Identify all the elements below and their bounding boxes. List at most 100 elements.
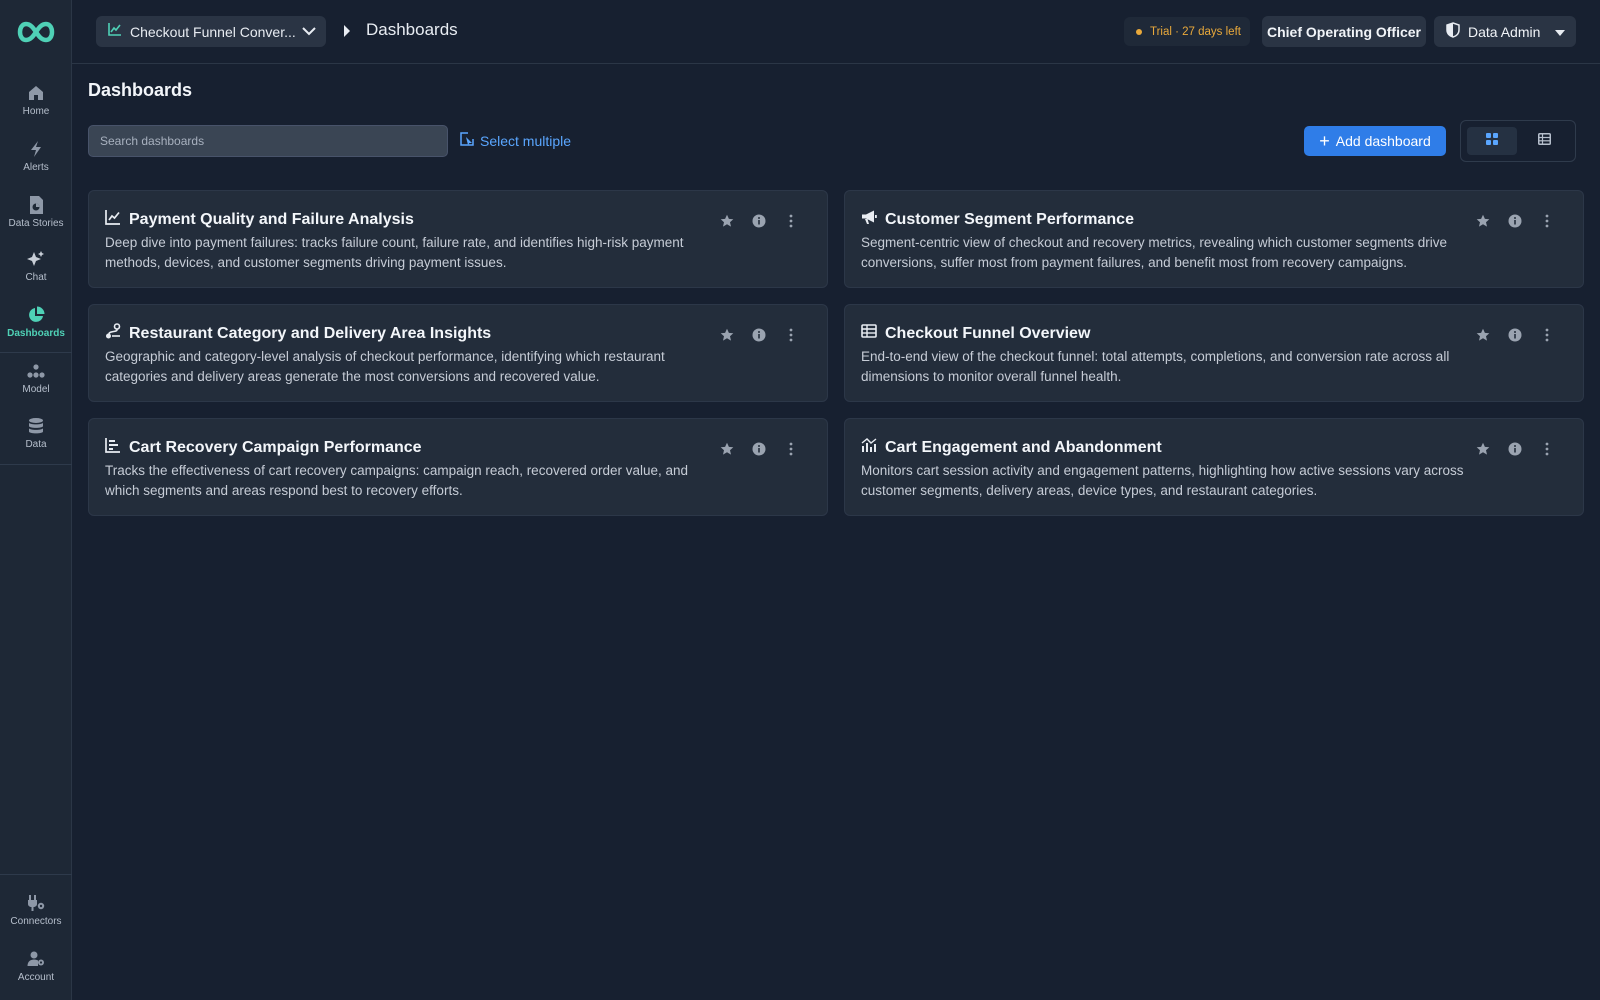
project-selector[interactable]: Checkout Funnel Conver... (96, 16, 326, 47)
star-icon[interactable] (1467, 439, 1499, 459)
data-story-icon (26, 194, 46, 216)
more-options-icon[interactable] (1531, 439, 1563, 459)
info-icon[interactable] (1499, 325, 1531, 345)
dashboard-title: Customer Segment Performance (885, 210, 1134, 228)
sidebar-item-label: Data Stories (8, 218, 64, 229)
sparkle-icon (26, 248, 46, 270)
more-options-icon[interactable] (775, 211, 807, 231)
sidebar-item-data-stories[interactable]: Data Stories (0, 194, 72, 246)
sidebar-item-label: Model (22, 384, 50, 395)
info-icon[interactable] (743, 325, 775, 345)
sidebar-item-alerts[interactable]: Alerts (0, 138, 72, 190)
home-icon (26, 82, 46, 104)
dashboard-description: End-to-end view of the checkout funnel: … (861, 349, 1450, 384)
dashboard-card-restaurant-category[interactable]: Restaurant Category and Delivery Area In… (88, 304, 828, 402)
add-dashboard-label: Add dashboard (1335, 133, 1431, 149)
megaphone-icon (861, 209, 877, 230)
route-icon (105, 323, 121, 344)
bolt-icon (26, 138, 46, 160)
dashboard-card-cart-engagement[interactable]: Cart Engagement and Abandonment Monitors… (844, 418, 1584, 516)
star-icon[interactable] (711, 211, 743, 231)
select-cursor-icon (460, 132, 474, 149)
sidebar-item-label: Alerts (23, 162, 49, 173)
sidebar-item-label: Connectors (10, 916, 62, 927)
select-multiple-button[interactable]: Select multiple (460, 132, 571, 149)
dashboard-title: Cart Engagement and Abandonment (885, 438, 1162, 456)
more-options-icon[interactable] (775, 325, 807, 345)
user-menu-label: Data Admin (1468, 23, 1541, 40)
more-options-icon[interactable] (1531, 211, 1563, 231)
shield-icon (1446, 22, 1460, 41)
grid-icon (1486, 132, 1498, 150)
dashboard-card-cart-recovery[interactable]: Cart Recovery Campaign Performance Track… (88, 418, 828, 516)
dashboard-card-customer-segment[interactable]: Customer Segment Performance Segment-cen… (844, 190, 1584, 288)
dashboard-description: Tracks the effectiveness of cart recover… (105, 463, 689, 498)
search-input[interactable] (88, 125, 448, 157)
sidebar-divider (0, 874, 72, 875)
sidebar: Home Alerts Data Stories Chat Dashboards… (0, 0, 72, 1000)
page-title: Dashboards (88, 80, 193, 100)
sidebar-item-data[interactable]: Data (0, 415, 72, 467)
dashboard-description: Segment-centric view of checkout and rec… (861, 235, 1447, 270)
pie-chart-icon (26, 304, 46, 326)
project-name: Checkout Funnel Conver... (130, 23, 296, 40)
model-icon (26, 360, 46, 382)
dashboard-description: Monitors cart session activity and engag… (861, 463, 1464, 498)
chevron-right-icon (342, 24, 352, 43)
dashboard-title: Cart Recovery Campaign Performance (129, 438, 422, 456)
user-menu-button[interactable]: Data Admin (1434, 16, 1576, 47)
dashboard-title: Restaurant Category and Delivery Area In… (129, 324, 492, 342)
info-icon[interactable] (1499, 439, 1531, 459)
sidebar-item-label: Data (25, 439, 47, 450)
view-toggle (1460, 120, 1576, 162)
trend-bars-icon (861, 437, 877, 458)
dashboard-card-checkout-funnel[interactable]: Checkout Funnel Overview End-to-end view… (844, 304, 1584, 402)
role-button[interactable]: Chief Operating Officer (1262, 16, 1426, 47)
plug-icon (26, 892, 46, 914)
chevron-down-icon (302, 23, 316, 41)
more-options-icon[interactable] (775, 439, 807, 459)
add-dashboard-button[interactable]: + Add dashboard (1304, 126, 1446, 156)
sidebar-item-label: Home (22, 106, 50, 117)
star-icon[interactable] (1467, 211, 1499, 231)
sidebar-item-label: Account (17, 972, 55, 983)
table-icon (861, 323, 877, 344)
caret-down-icon (1554, 24, 1566, 40)
bar-chart-icon (105, 437, 121, 458)
sidebar-item-dashboards[interactable]: Dashboards (0, 304, 72, 356)
line-chart-icon (108, 22, 122, 41)
list-view-button[interactable] (1519, 127, 1569, 155)
more-options-icon[interactable] (1531, 325, 1563, 345)
status-dot (1136, 28, 1142, 35)
sidebar-item-connectors[interactable]: Connectors (0, 892, 72, 944)
infinity-logo-icon (17, 21, 55, 43)
select-multiple-label: Select multiple (480, 132, 572, 149)
table-list-icon (1537, 132, 1551, 150)
info-icon[interactable] (743, 211, 775, 231)
info-icon[interactable] (1499, 211, 1531, 231)
logo[interactable] (14, 18, 58, 46)
dashboard-description: Geographic and category-level analysis o… (105, 349, 665, 384)
star-icon[interactable] (1467, 325, 1499, 345)
dashboard-card-payment-quality[interactable]: Payment Quality and Failure Analysis Dee… (88, 190, 828, 288)
sidebar-item-label: Chat (25, 272, 47, 283)
sidebar-divider (0, 352, 72, 353)
sidebar-item-model[interactable]: Model (0, 360, 72, 412)
account-settings-icon (26, 948, 46, 970)
sidebar-divider (0, 464, 72, 465)
sidebar-item-account[interactable]: Account (0, 948, 72, 1000)
sidebar-item-home[interactable]: Home (0, 82, 72, 134)
star-icon[interactable] (711, 325, 743, 345)
star-icon[interactable] (711, 439, 743, 459)
trial-badge: Trial · 27 days left (1124, 17, 1250, 46)
plus-icon: + (1319, 131, 1330, 151)
grid-view-button[interactable] (1467, 127, 1517, 155)
top-bar: Checkout Funnel Conver... Dashboards Tri… (72, 0, 1600, 64)
dashboard-title: Payment Quality and Failure Analysis (129, 210, 414, 228)
info-icon[interactable] (743, 439, 775, 459)
sidebar-item-chat[interactable]: Chat (0, 248, 72, 300)
trial-text: Trial · 27 days left (1150, 25, 1241, 38)
line-chart-icon (105, 209, 121, 230)
breadcrumb: Dashboards (366, 20, 458, 39)
dashboard-title: Checkout Funnel Overview (885, 324, 1091, 342)
